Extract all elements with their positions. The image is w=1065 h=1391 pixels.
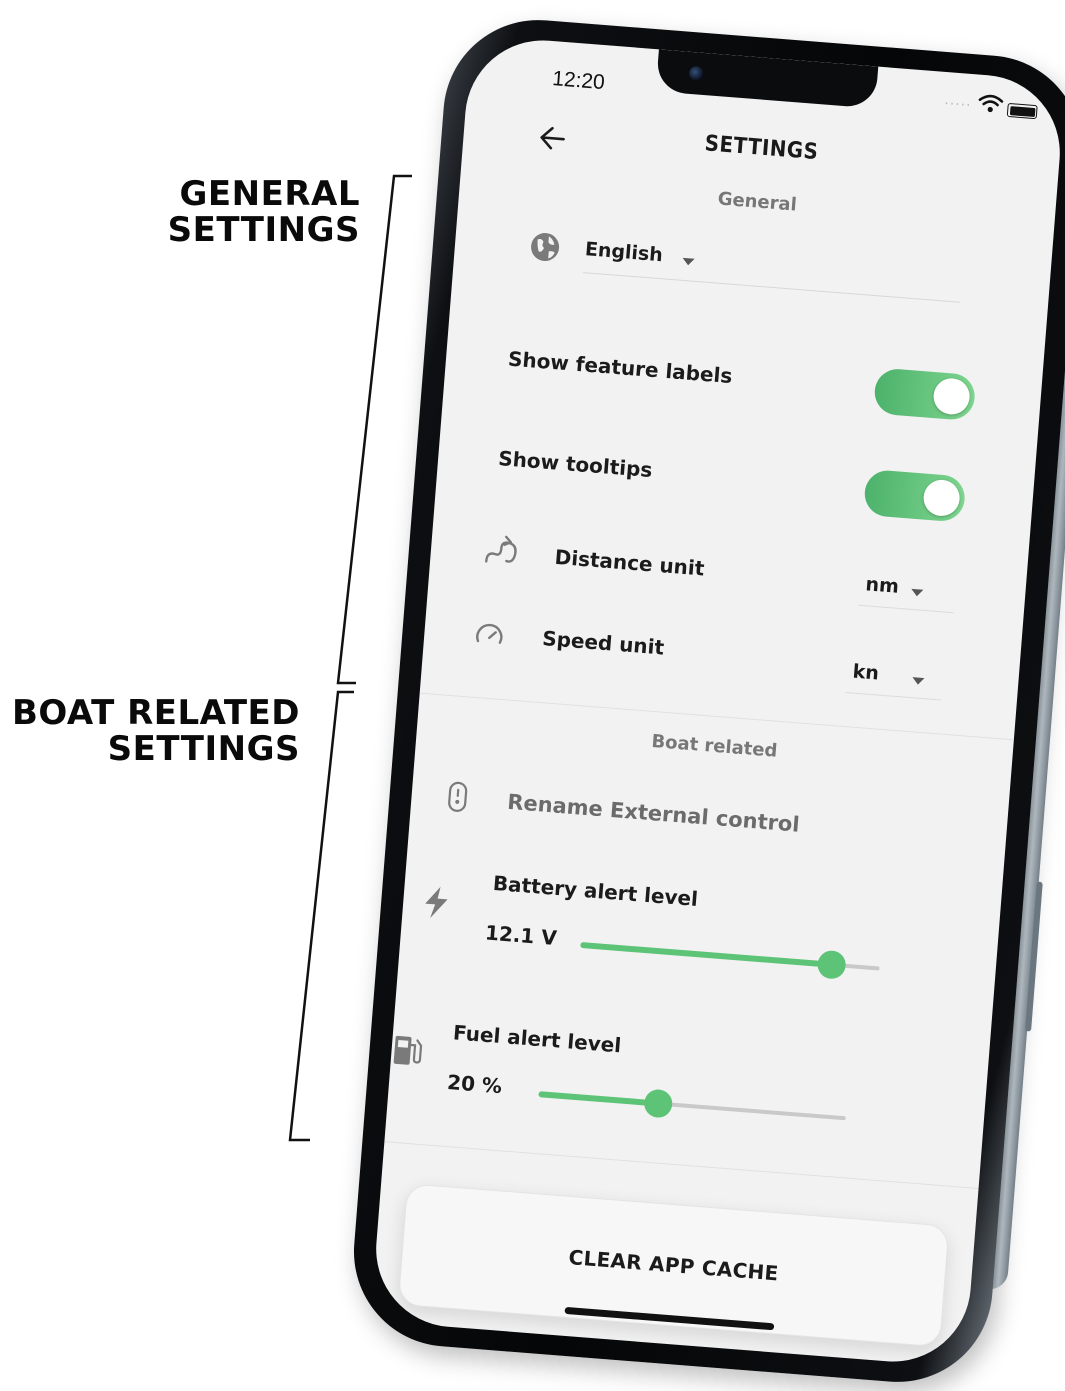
toggle-knob — [922, 478, 961, 518]
route-icon — [485, 535, 517, 563]
status-time: 12:20 — [551, 67, 606, 95]
show-feature-labels-toggle[interactable] — [873, 367, 977, 422]
rename-external-control-link[interactable]: Rename External control — [507, 790, 801, 837]
fuel-alert-value: 20 % — [446, 1069, 503, 1099]
chevron-down-icon — [911, 677, 925, 686]
slider-fill — [538, 1091, 659, 1107]
clear-app-cache-button[interactable]: CLEAR APP CACHE — [397, 1183, 950, 1348]
speedometer-icon — [476, 623, 503, 644]
battery-alert-value: 12.1 V — [484, 920, 558, 951]
phone-mockup: 12:20 ..... SETTINGS General English Sho… — [346, 12, 1065, 1390]
show-tooltips-toggle[interactable] — [863, 468, 967, 523]
chevron-down-icon — [682, 257, 695, 266]
general-bracket — [336, 174, 412, 685]
battery-alert-slider[interactable] — [579, 930, 880, 983]
battery-alert-label: Battery alert level — [492, 870, 699, 911]
globe-icon — [531, 233, 560, 262]
speed-unit-select[interactable]: kn — [845, 656, 944, 701]
lightning-icon — [425, 886, 448, 919]
fuel-alert-label: Fuel alert level — [452, 1020, 623, 1058]
speed-unit-label: Speed unit — [541, 626, 665, 660]
camera-icon — [688, 65, 704, 81]
distance-unit-select[interactable]: nm — [857, 568, 957, 614]
boat-section-title: Boat related — [650, 730, 779, 762]
slider-thumb[interactable] — [643, 1088, 674, 1119]
section-divider — [384, 1141, 979, 1189]
show-tooltips-label: Show tooltips — [497, 446, 654, 483]
speed-unit-value: kn — [851, 660, 880, 685]
language-select[interactable]: English — [583, 234, 964, 303]
clear-app-cache-label: CLEAR APP CACHE — [567, 1245, 780, 1286]
signal-dots: ..... — [943, 91, 973, 111]
distance-unit-label: Distance unit — [553, 544, 706, 581]
boat-bracket — [288, 690, 354, 1142]
language-value: English — [584, 238, 664, 267]
slider-fill — [580, 941, 832, 968]
battery-icon — [1006, 102, 1038, 120]
distance-unit-value: nm — [864, 573, 900, 598]
wifi-icon — [978, 94, 1004, 113]
toggle-knob — [932, 377, 971, 416]
slider-thumb[interactable] — [816, 949, 847, 980]
show-feature-labels-label: Show feature labels — [507, 346, 734, 389]
general-section-title: General — [716, 188, 798, 216]
fuel-alert-slider[interactable] — [537, 1079, 846, 1133]
chevron-down-icon — [910, 588, 924, 597]
app-screen: 12:20 ..... SETTINGS General English Sho… — [370, 34, 1065, 1368]
fuel-pump-icon — [393, 1035, 423, 1065]
remote-control-icon — [448, 781, 468, 812]
